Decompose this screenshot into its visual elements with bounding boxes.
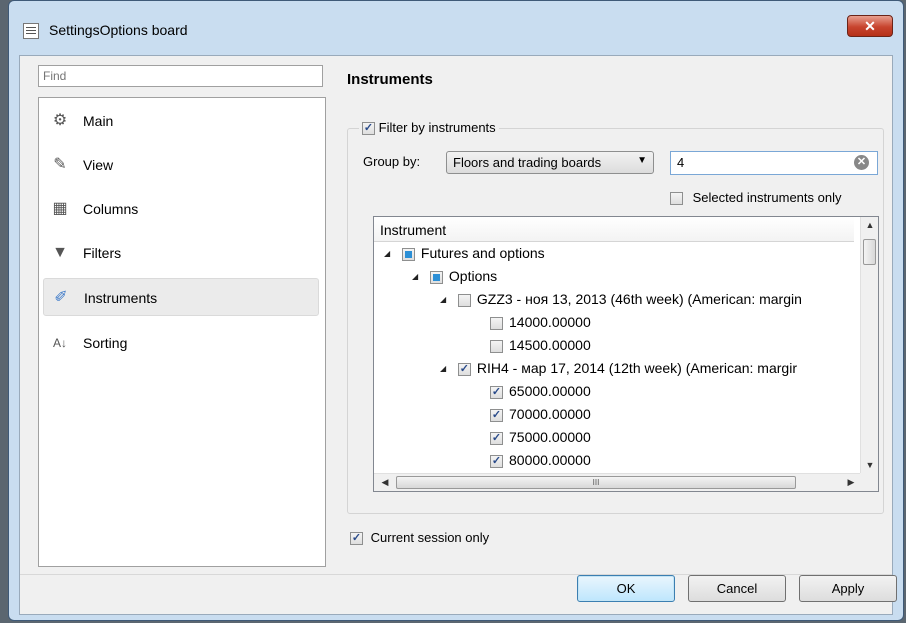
checkbox-box[interactable] (490, 339, 503, 353)
nav-item-instruments[interactable]: ✐ Instruments (43, 278, 319, 316)
ok-button[interactable]: OK (577, 575, 675, 602)
column-header-label: Instrument (380, 222, 447, 238)
tree-row-label: RIH4 - мар 17, 2014 (12th week) (America… (476, 360, 797, 376)
checkbox-box[interactable]: ✓ (490, 385, 503, 399)
group-by-dropdown[interactable]: Floors and trading boards ▼ (446, 151, 654, 174)
nav-item-label: Columns (83, 201, 139, 217)
checkbox-box[interactable]: ✓ (457, 362, 471, 376)
scroll-up-icon[interactable]: ▲ (862, 220, 878, 230)
checkbox-box[interactable] (457, 293, 471, 307)
tree-row[interactable]: ✓ 70000.00000 (490, 403, 591, 425)
checkbox-box[interactable]: ✓ (490, 454, 503, 468)
tree-row-label: 80000.00000 (509, 452, 591, 468)
checkbox-box[interactable]: ✓ (490, 408, 503, 422)
close-button[interactable]: ✕ (847, 15, 893, 37)
checkbox-box[interactable] (401, 247, 415, 261)
nav-item-label: View (83, 157, 114, 173)
instrument-filter-input[interactable]: 4 ✕ (670, 151, 878, 175)
funnel-icon: ▼ (52, 244, 68, 261)
window-icon (23, 23, 39, 39)
checkbox-box[interactable]: ✓ (490, 431, 503, 445)
sort-az-icon: A↓ (52, 336, 67, 350)
nav-item-filters[interactable]: ▼ Filters (43, 234, 319, 272)
settings-nav: ⚙ Main ✎ View ▦ Columns ▼ Filters ✐ Inst… (38, 97, 326, 567)
vertical-scrollbar[interactable]: ▲ ▼ (860, 217, 878, 473)
nav-item-main[interactable]: ⚙ Main (43, 102, 319, 140)
instrument-filter-value: 4 (677, 155, 685, 170)
brush-icon: ✎ (53, 156, 67, 173)
nav-item-label: Filters (83, 245, 122, 261)
current-session-only-checkbox[interactable]: ✓ Current session only (350, 530, 490, 546)
column-header-instrument[interactable]: ⌃ Instrument (374, 217, 854, 242)
title-bar[interactable]: SettingsOptions board ✕ (9, 1, 903, 55)
expander-icon[interactable]: ◢ (440, 289, 454, 311)
nav-item-label: Sorting (83, 335, 128, 351)
apply-button[interactable]: Apply (799, 575, 897, 602)
horizontal-scroll-thumb[interactable]: III (396, 476, 796, 489)
checkbox-box[interactable] (429, 270, 443, 284)
cancel-button[interactable]: Cancel (688, 575, 786, 602)
tree-row-label: 75000.00000 (509, 429, 591, 445)
gear-icon: ⚙ (52, 112, 68, 129)
tree-row[interactable]: ◢ GZZ3 - ноя 13, 2013 (46th week) (Ameri… (440, 288, 802, 310)
checkbox-box[interactable] (670, 192, 683, 206)
dropdown-arrow-icon: ▼ (637, 155, 647, 166)
group-by-value: Floors and trading boards (453, 155, 602, 170)
tree-row-label: Options (448, 268, 498, 284)
nav-item-label: Main (83, 113, 114, 129)
tree-row[interactable]: 14000.00000 (490, 311, 591, 333)
tree-row-label: 14000.00000 (509, 314, 591, 330)
tree-row[interactable]: ✓ 80000.00000 (490, 449, 591, 471)
horizontal-scrollbar[interactable]: ◀ III ▶ (374, 473, 862, 491)
checkbox-box[interactable]: ✓ (350, 532, 363, 546)
tree-row[interactable]: ✓ 65000.00000 (490, 380, 591, 402)
expander-icon[interactable]: ◢ (440, 358, 454, 380)
checkbox-label: Selected instruments only (692, 190, 842, 205)
tree-row-label: 65000.00000 (509, 383, 591, 399)
checkbox-label: Current session only (370, 530, 490, 545)
instrument-tree: ⌃ Instrument ◢ Futures and options ◢ Opt… (373, 216, 879, 492)
tree-row[interactable]: ◢ ✓ RIH4 - мар 17, 2014 (12th week) (Amer… (440, 357, 797, 379)
clear-icon[interactable]: ✕ (854, 155, 869, 170)
tree-row-label: 70000.00000 (509, 406, 591, 422)
scroll-down-icon[interactable]: ▼ (862, 460, 878, 470)
sort-indicator-icon: ⌃ (612, 216, 620, 223)
nav-item-sorting[interactable]: A↓ Sorting (43, 324, 319, 362)
group-by-label: Group by: (363, 154, 421, 169)
tree-row[interactable]: ◢ Futures and options (384, 242, 545, 264)
expander-icon[interactable]: ◢ (384, 243, 398, 265)
tree-row-label: 14500.00000 (509, 337, 591, 353)
tree-row[interactable]: 14500.00000 (490, 334, 591, 356)
settings-window: SettingsOptions board ✕ ⚙ Main ✎ View ▦ … (8, 0, 904, 621)
columns-icon: ▦ (52, 200, 68, 217)
vertical-scroll-thumb[interactable] (863, 239, 876, 265)
tree-row[interactable]: ✓ 75000.00000 (490, 426, 591, 448)
nav-item-label: Instruments (84, 290, 158, 306)
nav-item-view[interactable]: ✎ View (43, 146, 319, 184)
scroll-corner (860, 473, 878, 491)
dialog-body: ⚙ Main ✎ View ▦ Columns ▼ Filters ✐ Inst… (19, 55, 897, 615)
scroll-right-icon[interactable]: ▶ (843, 477, 859, 488)
window-title: SettingsOptions board (49, 22, 188, 38)
filter-by-instruments-checkbox[interactable]: ✓ Filter by instruments (359, 120, 499, 136)
tree-row-label: Futures and options (420, 245, 545, 261)
selected-instruments-only-checkbox[interactable]: Selected instruments only (670, 190, 842, 206)
page-title: Instruments (347, 71, 433, 88)
checkbox-box[interactable]: ✓ (362, 122, 375, 136)
instruments-icon: ✐ (54, 289, 68, 306)
checkbox-box[interactable] (490, 316, 503, 330)
nav-item-columns[interactable]: ▦ Columns (43, 190, 319, 228)
tree-row[interactable]: ◢ Options (412, 265, 497, 287)
tree-row-label: GZZ3 - ноя 13, 2013 (46th week) (America… (476, 291, 802, 307)
find-input[interactable] (38, 65, 323, 87)
expander-icon[interactable]: ◢ (412, 266, 426, 288)
scroll-left-icon[interactable]: ◀ (377, 477, 393, 488)
checkbox-label: Filter by instruments (378, 120, 496, 135)
